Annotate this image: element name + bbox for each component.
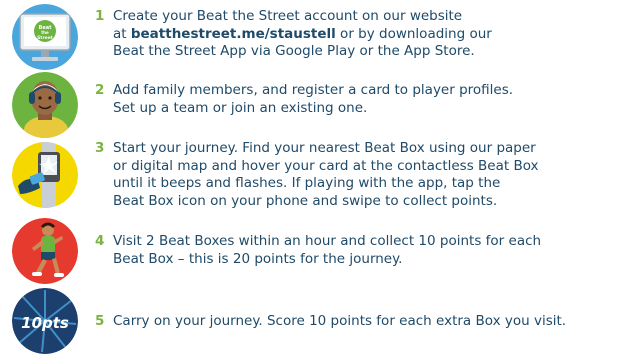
step-description: Start your journey. Find your nearest Be… [113, 140, 613, 210]
step-text-line: Start your journey. Find your nearest Be… [113, 140, 536, 156]
step-description: Add family members, and register a card … [113, 82, 613, 117]
step-text-line: Carry on your journey. Score 10 points f… [113, 313, 567, 329]
step-number: 3 [95, 140, 105, 156]
step-4: 4 Visit 2 Beat Boxes within an hour and … [0, 218, 622, 284]
step-number: 2 [95, 82, 105, 98]
step-number: 4 [95, 233, 105, 249]
ten-points-badge-icon: 10pts [12, 288, 78, 354]
beat-box-icon [12, 142, 78, 208]
step-number: 1 [95, 8, 105, 24]
step-text-line: Create your Beat the Street account on o… [113, 8, 463, 24]
step-description: Visit 2 Beat Boxes within an hour and co… [113, 233, 613, 268]
computer-monitor-icon: Beat the Street [12, 4, 78, 70]
step-text-line: Beat the Street App via Google Play or t… [113, 43, 475, 59]
svg-text:the: the [41, 30, 49, 35]
step-text-line: until it beeps and flashes. If playing w… [113, 175, 501, 191]
step-text-line: Visit 2 Beat Boxes within an hour and co… [113, 233, 542, 249]
step-description: Create your Beat the Street account on o… [113, 8, 613, 61]
step-1: Beat the Street 1 Create your Beat the S… [0, 4, 622, 70]
text-suffix: or by downloading our [335, 25, 492, 42]
step-3: 3 Start your journey. Find your nearest … [0, 138, 622, 214]
runner-icon [12, 218, 78, 284]
step-text-line: Add family members, and register a card … [113, 82, 514, 98]
step-2: 2 Add family members, and register a car… [0, 72, 622, 138]
step-text-line: Beat Box – this is 20 points for the jou… [113, 250, 403, 267]
badge-label: 10pts [21, 314, 69, 332]
step-text-line: Set up a team or join an existing one. [113, 99, 368, 116]
text-prefix: at [113, 25, 131, 42]
step-number: 5 [95, 313, 105, 329]
step-text-line: at beatthestreet.me/staustell or by down… [113, 26, 613, 44]
step-description: Carry on your journey. Score 10 points f… [113, 313, 613, 331]
family-member-icon [12, 72, 78, 138]
step-text-line: or digital map and hover your card at th… [113, 157, 539, 174]
website-link[interactable]: beatthestreet.me/staustell [131, 26, 336, 42]
step-5: 10pts 5 Carry on your journey. Score 10 … [0, 288, 622, 354]
step-text-line: Beat Box icon on your phone and swipe to… [113, 192, 498, 209]
svg-text:Street: Street [37, 35, 54, 41]
